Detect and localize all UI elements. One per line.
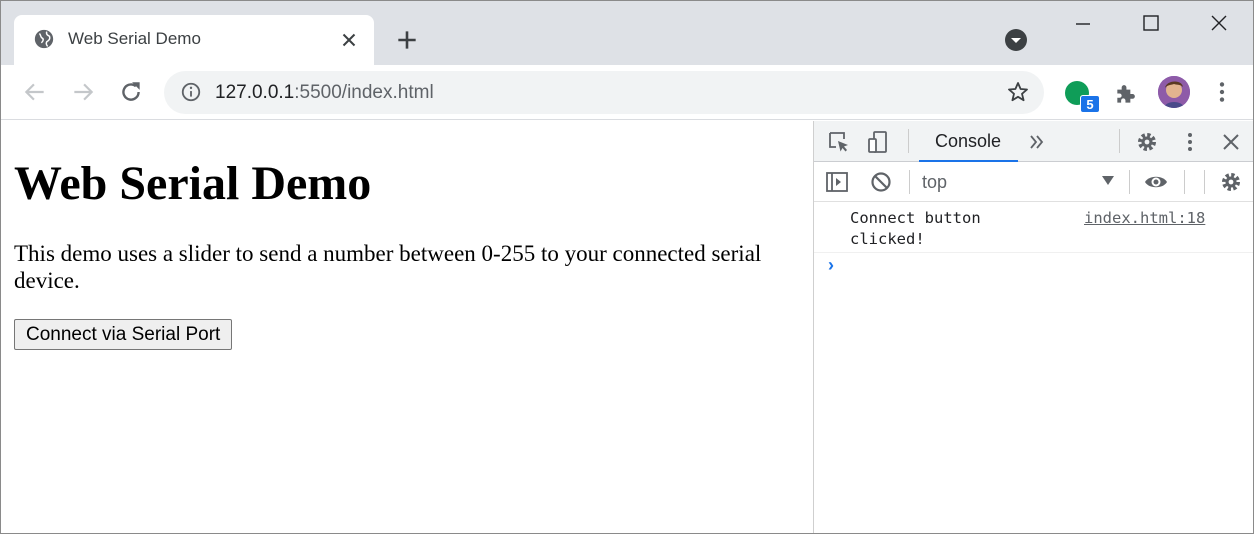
console-settings-gear-icon[interactable]: [1218, 169, 1244, 195]
back-arrow-icon[interactable]: [22, 79, 48, 105]
maximize-icon[interactable]: [1141, 13, 1161, 33]
info-icon[interactable]: [180, 81, 202, 103]
page-heading: Web Serial Demo: [14, 157, 372, 210]
settings-gear-icon[interactable]: [1134, 129, 1160, 155]
inspect-element-icon[interactable]: [826, 129, 852, 155]
tab-title: Web Serial Demo: [68, 29, 201, 48]
tab-strip: Web Serial Demo: [1, 1, 1253, 65]
extensions-puzzle-icon[interactable]: [1113, 81, 1139, 107]
log-source-link[interactable]: index.html:18: [1084, 208, 1205, 229]
profile-avatar[interactable]: [1158, 76, 1190, 108]
console-prompt-icon[interactable]: ›: [828, 255, 834, 276]
devtools-menu-icon[interactable]: [1177, 129, 1203, 155]
page-description: This demo uses a slider to send a number…: [14, 241, 762, 293]
chevron-down-icon: [1011, 38, 1021, 43]
toolbar-divider: [1129, 170, 1130, 194]
page-viewport: Web Serial Demo This demo uses a slider …: [1, 121, 813, 533]
url-text: 127.0.0.1:5500/index.html: [215, 82, 434, 104]
clear-console-icon[interactable]: [868, 169, 894, 195]
url-path: :5500/index.html: [294, 82, 434, 103]
window-close-icon[interactable]: [1209, 13, 1229, 33]
live-expression-eye-icon[interactable]: [1143, 169, 1169, 195]
toolbar-divider: [908, 129, 909, 153]
toolbar-divider: [909, 170, 910, 194]
url-host: 127.0.0.1: [215, 82, 295, 103]
tab-search-button[interactable]: [1005, 29, 1027, 51]
connect-serial-button[interactable]: Connect via Serial Port: [14, 319, 233, 350]
toolbar-divider: [1184, 170, 1185, 194]
devtools-panel: Console top Connect button clicked! inde…: [813, 121, 1253, 533]
avatar-image: [1158, 76, 1190, 108]
tab-web-serial-demo[interactable]: Web Serial Demo: [14, 15, 374, 65]
console-log-entry: Connect button clicked! index.html:18: [814, 202, 1253, 253]
close-tab-icon[interactable]: [338, 29, 360, 51]
tab-console[interactable]: Console: [919, 121, 1018, 162]
console-toolbar: top: [814, 162, 1253, 202]
browser-toolbar: 127.0.0.1:5500/index.html 5: [1, 65, 1253, 120]
context-dropdown-arrow-icon[interactable]: [1102, 176, 1114, 185]
devtools-tab-bar: Console: [814, 121, 1253, 162]
address-bar[interactable]: 127.0.0.1:5500/index.html: [164, 71, 1044, 114]
toolbar-divider: [1204, 170, 1205, 194]
log-message: Connect button clicked!: [850, 209, 981, 248]
device-toolbar-icon[interactable]: [866, 129, 892, 155]
extension-badge: 5: [1080, 95, 1100, 113]
browser-window: Web Serial Demo 127.0.0.1:5500/index.htm…: [0, 0, 1254, 534]
forward-arrow-icon[interactable]: [70, 79, 96, 105]
context-selector[interactable]: top: [922, 172, 947, 193]
minimize-icon[interactable]: [1073, 11, 1093, 31]
close-devtools-icon[interactable]: [1218, 129, 1244, 155]
sidebar-toggle-icon[interactable]: [824, 169, 850, 195]
more-tabs-chevron-icon[interactable]: [1024, 129, 1050, 155]
reload-icon[interactable]: [118, 79, 144, 105]
more-options-icon[interactable]: [1209, 79, 1235, 105]
globe-icon: [34, 29, 54, 49]
console-tab-label: Console: [935, 131, 1002, 151]
bookmark-star-icon[interactable]: [1006, 80, 1030, 104]
toolbar-divider: [1119, 129, 1120, 153]
new-tab-icon[interactable]: [394, 27, 420, 53]
